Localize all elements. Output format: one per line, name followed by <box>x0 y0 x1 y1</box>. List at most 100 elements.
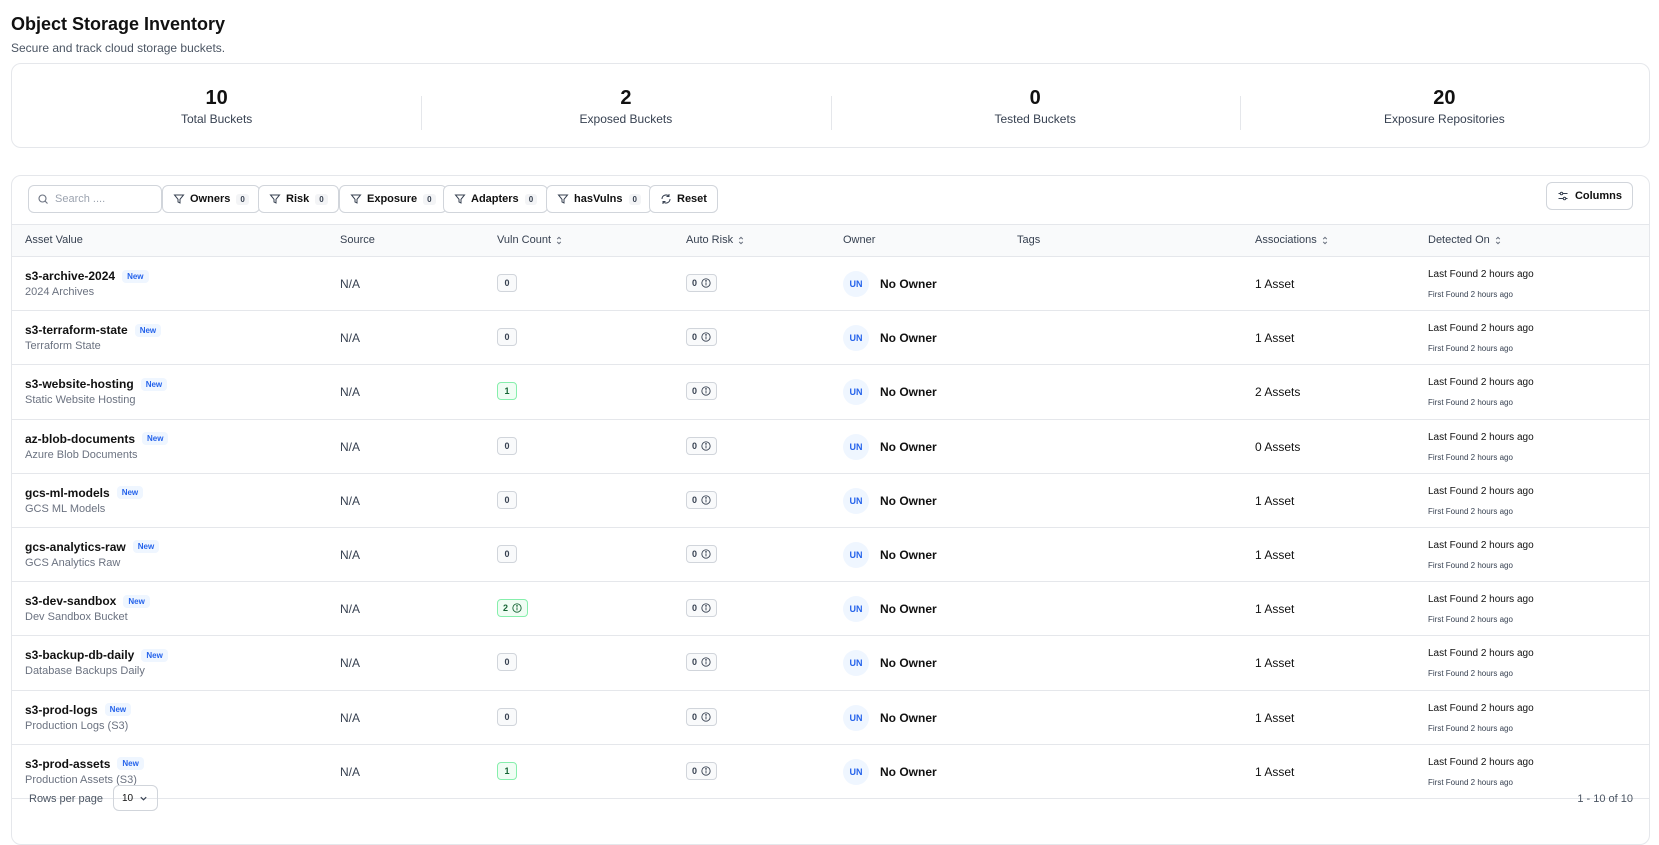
info-icon[interactable] <box>701 657 711 667</box>
column-header-vuln-count[interactable]: Vuln Count <box>497 234 562 246</box>
column-header-tags[interactable]: Tags <box>1017 234 1040 246</box>
associations-value[interactable]: 1 Asset <box>1255 656 1294 670</box>
info-icon[interactable] <box>701 495 711 505</box>
table-row[interactable]: gcs-analytics-raw New GCS Analytics Raw N/A… <box>12 528 1649 583</box>
owner-cell[interactable]: UN No Owner <box>843 271 937 297</box>
vuln-count-badge[interactable]: 0 <box>497 544 517 563</box>
table-row[interactable]: s3-terraform-state New Terraform State N/A 0… <box>12 311 1649 366</box>
asset-name[interactable]: s3-prod-assets New <box>25 757 144 771</box>
filter-hasvulns-button[interactable]: hasVulns 0 <box>546 185 652 213</box>
asset-name-text[interactable]: s3-prod-logs <box>25 703 98 717</box>
asset-name[interactable]: s3-prod-logs New <box>25 703 132 717</box>
info-icon[interactable] <box>701 386 711 396</box>
asset-name[interactable]: gcs-analytics-raw New <box>25 540 160 554</box>
search-box[interactable] <box>28 185 162 213</box>
auto-risk-badge[interactable]: 0 <box>686 274 718 292</box>
associations-value[interactable]: 1 Asset <box>1255 711 1294 725</box>
owner-cell[interactable]: UN No Owner <box>843 596 937 623</box>
rows-per-page-select[interactable]: 10 <box>113 785 158 811</box>
info-icon[interactable] <box>701 278 711 288</box>
info-icon[interactable] <box>701 766 711 776</box>
asset-name-text[interactable]: s3-terraform-state <box>25 323 128 337</box>
auto-risk-badge[interactable]: 0 <box>686 490 718 509</box>
associations-value[interactable]: 1 Asset <box>1255 602 1294 616</box>
column-header-auto-risk[interactable]: Auto Risk <box>686 234 744 246</box>
sort-icon[interactable] <box>556 236 562 245</box>
auto-risk-badge[interactable]: 0 <box>686 382 718 401</box>
filter-adapters-button[interactable]: Adapters 0 <box>443 185 549 213</box>
vuln-count-badge[interactable]: 0 <box>497 274 517 292</box>
column-header-owner[interactable]: Owner <box>843 234 875 246</box>
asset-name-text[interactable]: s3-backup-db-daily <box>25 648 134 662</box>
asset-name-text[interactable]: az-blob-documents <box>25 432 135 446</box>
search-input[interactable] <box>55 193 155 205</box>
table-row[interactable]: s3-website-hosting New Static Website Host… <box>12 365 1649 420</box>
owner-cell[interactable]: UN No Owner <box>843 433 937 460</box>
asset-name-text[interactable]: s3-dev-sandbox <box>25 594 116 608</box>
vuln-count-badge[interactable]: 1 <box>497 382 517 401</box>
owner-cell[interactable]: UN No Owner <box>843 650 937 677</box>
asset-name[interactable]: s3-dev-sandbox New <box>25 594 150 608</box>
column-header-source[interactable]: Source <box>340 234 375 246</box>
sort-icon[interactable] <box>1322 236 1328 245</box>
column-header-detected-on[interactable]: Detected On <box>1428 234 1501 246</box>
associations-value[interactable]: 1 Asset <box>1255 494 1294 508</box>
auto-risk-badge[interactable]: 0 <box>686 544 718 563</box>
auto-risk-badge[interactable]: 0 <box>686 599 718 618</box>
reset-button[interactable]: Reset <box>649 185 718 213</box>
asset-name-text[interactable]: s3-archive-2024 <box>25 269 115 283</box>
asset-name-text[interactable]: s3-prod-assets <box>25 757 110 771</box>
sort-icon[interactable] <box>1495 236 1501 245</box>
associations-value[interactable]: 1 Asset <box>1255 331 1294 345</box>
vuln-count-badge[interactable]: 0 <box>497 653 517 672</box>
asset-name-text[interactable]: gcs-analytics-raw <box>25 540 126 554</box>
associations-value[interactable]: 1 Asset <box>1255 548 1294 562</box>
vuln-count-badge[interactable]: 0 <box>497 328 517 347</box>
info-icon[interactable] <box>701 549 711 559</box>
info-icon[interactable] <box>701 603 711 613</box>
auto-risk-badge[interactable]: 0 <box>686 653 718 672</box>
owner-cell[interactable]: UN No Owner <box>843 325 937 352</box>
table-row[interactable]: s3-dev-sandbox New Dev Sandbox Bucket N/A 2 0… <box>12 582 1649 637</box>
vuln-count-badge[interactable]: 0 <box>497 436 517 455</box>
sort-icon[interactable] <box>738 236 744 245</box>
table-row[interactable]: s3-backup-db-daily New Database Backups Da… <box>12 636 1649 691</box>
table-row[interactable]: gcs-ml-models New GCS ML Models N/A 0 0 UN No O… <box>12 474 1649 528</box>
columns-button[interactable]: Columns <box>1545 182 1633 210</box>
column-header-asset-value[interactable]: Asset Value <box>25 234 83 246</box>
filter-owners-button[interactable]: Owners 0 <box>162 185 260 213</box>
stat-value: 0 <box>1029 86 1041 109</box>
auto-risk-badge[interactable]: 0 <box>686 436 718 455</box>
filter-exposure-button[interactable]: Exposure 0 <box>339 185 447 213</box>
info-icon[interactable] <box>701 440 711 451</box>
associations-value[interactable]: 1 Asset <box>1255 277 1294 291</box>
vuln-count-badge[interactable]: 0 <box>497 490 517 509</box>
table-row[interactable]: az-blob-documents New Azure Blob Documents… <box>12 420 1649 474</box>
asset-name[interactable]: s3-backup-db-daily New <box>25 648 168 662</box>
associations-value[interactable]: 2 Assets <box>1255 385 1300 399</box>
info-icon[interactable] <box>701 332 711 342</box>
table-row[interactable]: s3-archive-2024 New 2024 Archives N/A 0 0 UN No… <box>12 257 1649 312</box>
owner-cell[interactable]: UN No Owner <box>843 379 937 406</box>
info-icon[interactable] <box>701 711 711 722</box>
asset-name[interactable]: az-blob-documents New <box>25 432 169 446</box>
owner-cell[interactable]: UN No Owner <box>843 541 937 568</box>
asset-name-text[interactable]: s3-website-hosting <box>25 377 134 391</box>
owner-cell[interactable]: UN No Owner <box>843 487 937 514</box>
asset-name[interactable]: s3-archive-2024 New <box>25 269 149 283</box>
filter-risk-button[interactable]: Risk 0 <box>258 185 339 213</box>
associations-value[interactable]: 0 Assets <box>1255 440 1300 454</box>
asset-name[interactable]: s3-terraform-state New <box>25 323 162 337</box>
asset-name[interactable]: s3-website-hosting New <box>25 377 168 391</box>
asset-name[interactable]: gcs-ml-models New <box>25 486 144 500</box>
column-header-associations[interactable]: Associations <box>1255 234 1328 246</box>
asset-name-text[interactable]: gcs-ml-models <box>25 486 110 500</box>
vuln-count-badge[interactable]: 2 <box>497 599 529 618</box>
auto-risk-badge[interactable]: 0 <box>686 328 718 347</box>
auto-risk-badge[interactable]: 0 <box>686 707 718 726</box>
owner-cell[interactable]: UN No Owner <box>843 704 937 731</box>
table-row[interactable]: s3-prod-logs New Production Logs (S3) N/A 0 0… <box>12 691 1649 745</box>
vuln-count-badge[interactable]: 0 <box>497 707 517 726</box>
info-icon[interactable] <box>512 603 522 613</box>
new-badge: New <box>132 540 160 554</box>
